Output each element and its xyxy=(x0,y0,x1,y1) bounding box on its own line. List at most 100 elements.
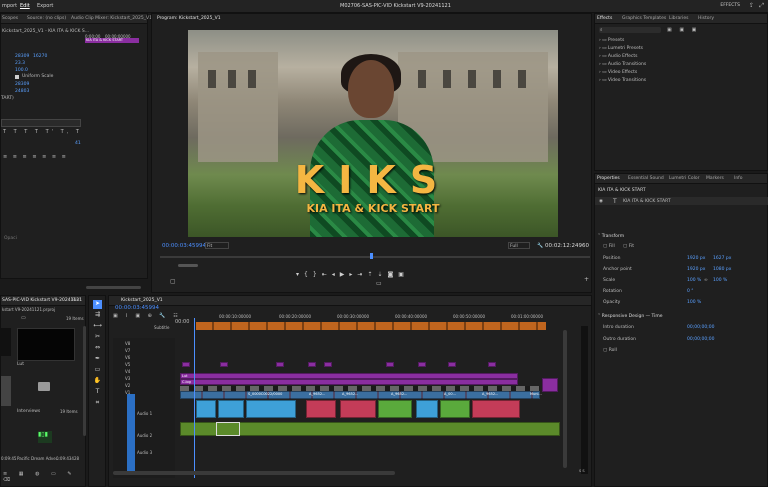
value-5[interactable]: 28309 xyxy=(15,82,29,87)
timeline-tool-buttons[interactable]: ▣ ⌇ ▣ ⊕ 🔧 ☷ xyxy=(113,313,181,319)
thumb-partial-2[interactable] xyxy=(1,376,11,406)
text-font-dropdown[interactable] xyxy=(1,119,81,127)
title-clip[interactable] xyxy=(386,362,394,367)
project-scrollbar[interactable] xyxy=(83,326,86,436)
track-v8-label[interactable]: V8 xyxy=(125,340,130,347)
scale-value[interactable]: 100 % xyxy=(687,278,701,283)
track-v5-label[interactable]: V5 xyxy=(125,361,130,368)
a1-clip[interactable] xyxy=(340,400,376,418)
add-button-icon[interactable]: + xyxy=(584,276,589,283)
number-41[interactable]: 41 xyxy=(75,141,81,146)
meter-solo-label[interactable]: S S xyxy=(579,469,585,473)
tab-project[interactable]: SAS-PIC-VID Kickstart V9-20241121 xyxy=(2,298,82,303)
tab-graphics-templates[interactable]: Graphics Templates xyxy=(622,16,666,21)
effects-workspace-button[interactable]: EFFECTS xyxy=(720,3,740,8)
a1-clip[interactable] xyxy=(472,400,520,418)
track-v7-label[interactable]: V7 xyxy=(125,347,130,354)
folder-video-transitions[interactable]: › ▭ Video Transitions xyxy=(599,78,646,83)
type-tool-icon[interactable]: T xyxy=(93,388,102,397)
fullscreen-icon[interactable]: ⤢ xyxy=(759,2,764,10)
clog-adjustment-clip[interactable]: C.log xyxy=(180,379,518,385)
settings-icon[interactable]: ▢ xyxy=(170,278,176,285)
selection-tool-icon[interactable]: ➤ xyxy=(93,300,102,309)
a1-clip[interactable] xyxy=(416,400,438,418)
new-bin-icon[interactable]: ▭ xyxy=(21,315,26,321)
track-select-icon[interactable]: ⇶ xyxy=(93,311,102,320)
caption-tool-icon[interactable]: ⌗ xyxy=(93,399,102,408)
folder-audio-transitions[interactable]: › ▭ Audio Transitions xyxy=(599,62,646,67)
title-clip[interactable] xyxy=(308,362,316,367)
opacity-value[interactable]: 100 % xyxy=(687,300,701,305)
title-clip[interactable] xyxy=(324,362,332,367)
timeline-vertical-scrollbar[interactable] xyxy=(563,330,567,468)
share-icon[interactable]: ⇪ xyxy=(749,2,754,9)
folder-audio-effects[interactable]: › ▭ Audio Effects xyxy=(599,54,637,59)
tab-sequence[interactable]: Kickstart_2025_V1 xyxy=(121,298,163,303)
value-2[interactable]: 16270 xyxy=(33,54,47,59)
tab-essential-sound[interactable]: Essential Sound xyxy=(628,176,664,181)
value-4[interactable]: 100.0 xyxy=(15,68,28,73)
audio-waveform-icon[interactable]: ▮▯▮ xyxy=(38,431,52,443)
tab-audio-clip-mixer[interactable]: Audio Clip Mixer: Kickstart_2025_V1 xyxy=(71,16,152,21)
pen-tool-icon[interactable]: ✒ xyxy=(93,355,102,364)
eye-icon[interactable]: ◉ xyxy=(599,199,603,204)
extract-icon[interactable]: ⇣ xyxy=(377,271,387,278)
go-to-out-icon[interactable]: ⇥ xyxy=(357,271,367,278)
rotation-value[interactable]: 0 ° xyxy=(687,289,694,294)
go-to-in-icon[interactable]: ⇤ xyxy=(322,271,332,278)
multicam-icon[interactable]: ▭ xyxy=(376,280,382,287)
program-timecode[interactable]: 00:00:03:45994 xyxy=(162,243,206,249)
export-frame-icon[interactable]: ▣ xyxy=(398,271,409,278)
in-point-icon[interactable]: { xyxy=(304,271,313,278)
fill-toggle[interactable]: ▢ Fill xyxy=(603,244,615,249)
title-clip[interactable] xyxy=(182,362,190,367)
program-playhead[interactable] xyxy=(370,253,373,259)
camera-icon[interactable]: ◙ xyxy=(387,271,398,278)
roll-checkbox[interactable]: ▢ Roll xyxy=(603,348,617,353)
ripple-edit-icon[interactable]: ⟷ xyxy=(93,322,102,331)
a1-clip[interactable] xyxy=(306,400,336,418)
zoom-scroll[interactable] xyxy=(178,264,198,267)
marker-icon[interactable]: ▾ xyxy=(296,271,304,278)
link-icon[interactable]: ∞ xyxy=(704,278,708,283)
tab-libraries[interactable]: Libraries xyxy=(669,16,688,21)
project-bottom-toolbar[interactable]: ≡ ▦ ◍ ▭ ✎ ⌫ xyxy=(3,471,85,483)
subtitle-clips[interactable] xyxy=(196,322,546,330)
tab-properties[interactable]: Properties xyxy=(597,176,620,181)
mini-clip-bar[interactable]: KIA ITA & KICK START xyxy=(85,38,139,43)
tab-source[interactable]: Source: (no clips) xyxy=(27,16,66,21)
effects-search-input[interactable]: ⌕ xyxy=(599,27,661,33)
lift-icon[interactable]: ⇡ xyxy=(367,271,377,278)
layer-row[interactable]: ◉ T KIA ITA & KICK START xyxy=(595,197,768,205)
folder-icon[interactable] xyxy=(38,382,50,391)
title-clip[interactable] xyxy=(276,362,284,367)
tab-info[interactable]: Info xyxy=(734,176,743,181)
value-1[interactable]: 28309 xyxy=(15,54,29,59)
step-back-icon[interactable]: ◂ xyxy=(332,271,340,278)
tab-program[interactable]: Program: Kickstart_2025_V1 xyxy=(157,16,221,21)
menu-edit[interactable]: Edit xyxy=(20,3,30,9)
timeline-playhead[interactable] xyxy=(194,318,195,478)
title-clip[interactable] xyxy=(448,362,456,367)
track-target-strip[interactable] xyxy=(127,394,135,474)
program-video-frame[interactable]: KIKS KIA ITA & KICK START xyxy=(188,30,558,237)
transform-section[interactable]: ˅ Transform xyxy=(598,234,624,239)
a1-clip[interactable] xyxy=(218,400,244,418)
folder-presets[interactable]: › ▭ Presets xyxy=(599,38,624,43)
music-selection[interactable] xyxy=(216,422,240,436)
value-3[interactable]: 23.3 xyxy=(15,61,25,66)
resolution-dropdown[interactable]: Full xyxy=(508,242,530,249)
a1-clip[interactable] xyxy=(246,400,296,418)
thumb-partial[interactable] xyxy=(1,328,11,356)
tab-scopes[interactable]: Scopes xyxy=(2,16,18,21)
tab-lumetri-color[interactable]: Lumetri Color xyxy=(669,176,699,181)
menu-import[interactable]: mport xyxy=(2,3,17,9)
title-clip[interactable] xyxy=(488,362,496,367)
out-point-icon[interactable]: } xyxy=(313,271,322,278)
track-v4-label[interactable]: V4 xyxy=(125,368,130,375)
outro-value[interactable]: 00;00;00;00 xyxy=(687,337,714,342)
track-v2-label[interactable]: V2 xyxy=(125,382,130,389)
intro-value[interactable]: 00;00;00;00 xyxy=(687,325,714,330)
hand-tool-icon[interactable]: ✋ xyxy=(93,377,102,386)
a1-clip[interactable] xyxy=(440,400,470,418)
